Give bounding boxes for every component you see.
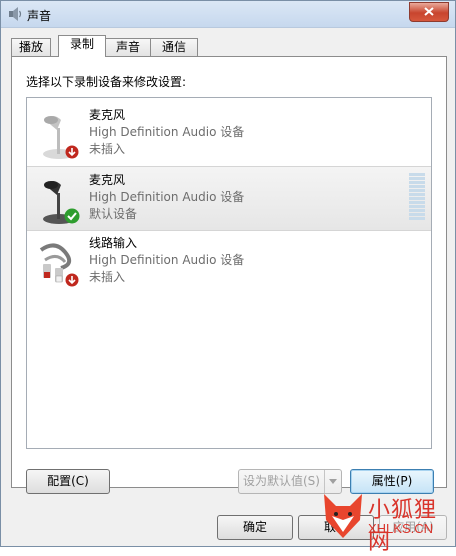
tab-playback[interactable]: 播放 (11, 38, 51, 56)
close-button[interactable] (409, 2, 449, 22)
tab-sounds[interactable]: 声音 (104, 38, 152, 56)
device-list[interactable]: 麦克风 High Definition Audio 设备 未插入 麦克风 Hig… (26, 97, 432, 449)
device-status: 未插入 (89, 142, 126, 156)
default-check-icon (64, 208, 80, 224)
device-description: High Definition Audio 设备 (89, 190, 245, 204)
sound-dialog: 声音 播放 录制 声音 通信 选择以下录制设备来修改设置: 麦克风 High D… (0, 0, 456, 547)
recording-panel: 选择以下录制设备来修改设置: 麦克风 High Definition Audio… (11, 56, 447, 494)
unplugged-badge-icon (65, 145, 79, 159)
level-meter (409, 173, 425, 221)
device-status: 默认设备 (89, 207, 138, 221)
device-description: High Definition Audio 设备 (89, 125, 245, 139)
device-info: 麦克风 High Definition Audio 设备 默认设备 (89, 172, 244, 223)
tab-communications[interactable]: 通信 (150, 38, 198, 56)
device-item-microphone-2[interactable]: 麦克风 High Definition Audio 设备 默认设备 (27, 166, 431, 231)
unplugged-badge-icon (65, 273, 79, 287)
tab-recording[interactable]: 录制 (58, 35, 106, 57)
configure-button[interactable]: 配置(C) (26, 469, 110, 494)
device-item-microphone-1[interactable]: 麦克风 High Definition Audio 设备 未插入 (27, 102, 431, 165)
chevron-down-icon (329, 479, 337, 484)
device-info: 麦克风 High Definition Audio 设备 未插入 (89, 107, 244, 158)
speaker-icon (9, 7, 22, 21)
title-bar[interactable]: 声音 (1, 1, 455, 28)
device-description: High Definition Audio 设备 (89, 253, 245, 267)
window-title: 声音 (27, 9, 52, 23)
device-status: 未插入 (89, 270, 126, 284)
instruction-text: 选择以下录制设备来修改设置: (26, 75, 187, 89)
set-default-label: 设为默认值(S) (243, 474, 320, 488)
device-name: 麦克风 (89, 173, 126, 187)
device-info: 线路输入 High Definition Audio 设备 未插入 (89, 235, 244, 286)
watermark: 小狐狸网 XHLKS.CN (318, 486, 456, 555)
device-item-line-in[interactable]: 线路输入 High Definition Audio 设备 未插入 (27, 230, 431, 293)
device-name: 线路输入 (89, 236, 138, 250)
ok-button[interactable]: 确定 (217, 515, 293, 540)
close-icon (424, 7, 434, 16)
watermark-url: XHLKS.CN (368, 521, 434, 536)
device-name: 麦克风 (89, 108, 126, 122)
fox-logo-icon (324, 494, 362, 538)
